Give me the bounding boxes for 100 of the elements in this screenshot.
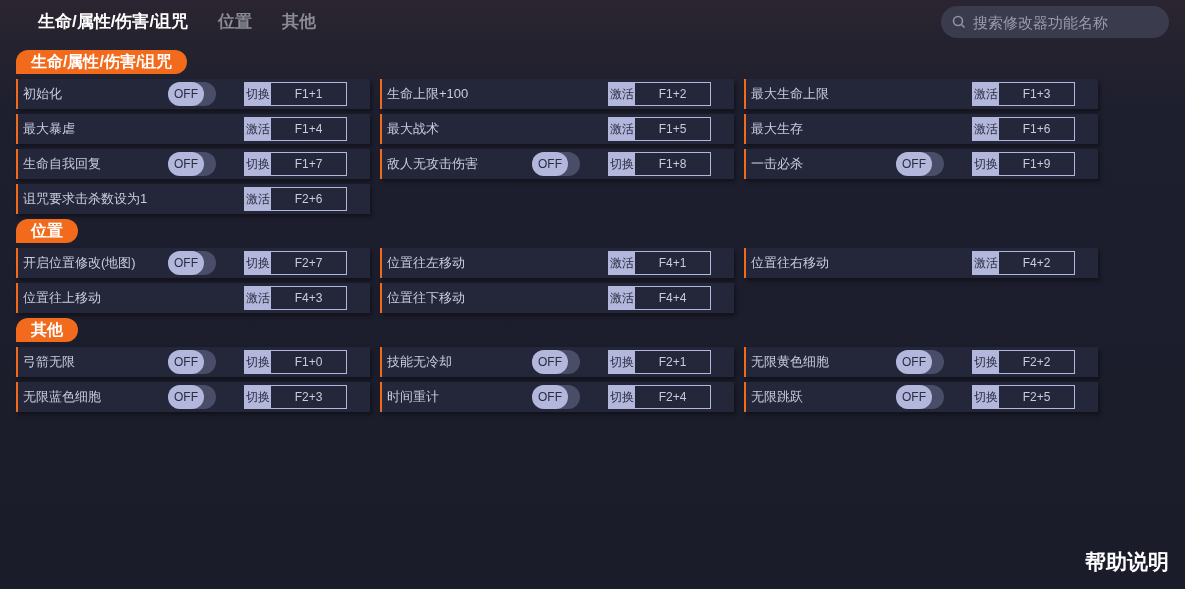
action-label: 激活 — [609, 118, 635, 140]
hotkey-box[interactable]: 切换 F1+1 — [244, 82, 347, 106]
action-label: 切换 — [245, 386, 271, 408]
tab[interactable]: 生命/属性/伤害/诅咒 — [38, 9, 189, 35]
tab[interactable]: 其他 — [282, 9, 317, 35]
cheat-name: 诅咒要求击杀数设为1 — [22, 190, 149, 209]
toggle-switch[interactable]: OFF — [896, 385, 944, 409]
hotkey-text: F1+7 — [293, 156, 324, 173]
cheat-name: 一击必杀 — [750, 155, 804, 174]
hotkey-text: F2+3 — [293, 389, 324, 406]
action-label: 切换 — [245, 351, 271, 373]
toggle-switch[interactable]: OFF — [532, 350, 580, 374]
hotkey-box[interactable]: 激活 F1+3 — [972, 82, 1075, 106]
hotkey-text: F1+6 — [1021, 121, 1052, 138]
hotkey-text: F4+3 — [293, 290, 324, 307]
toggle-switch[interactable]: OFF — [896, 350, 944, 374]
hotkey-text: F1+4 — [293, 121, 324, 138]
hotkey-box[interactable]: 切换 F1+8 — [608, 152, 711, 176]
hotkey-text: F4+4 — [657, 290, 688, 307]
hotkey-box[interactable]: 激活 F1+5 — [608, 117, 711, 141]
cheat-name: 位置往下移动 — [386, 289, 466, 308]
action-label: 切换 — [245, 153, 271, 175]
toggle-switch[interactable]: OFF — [168, 152, 216, 176]
hotkey-text: F1+3 — [1021, 86, 1052, 103]
hotkey-box[interactable]: 切换 F2+1 — [608, 350, 711, 374]
action-label: 切换 — [245, 252, 271, 274]
action-label: 激活 — [973, 118, 999, 140]
toggle-switch[interactable]: OFF — [168, 385, 216, 409]
action-label: 切换 — [973, 351, 999, 373]
cheat-name: 无限黄色细胞 — [750, 353, 830, 372]
hotkey-box[interactable]: 激活 F4+3 — [244, 286, 347, 310]
cheat-name: 最大暴虐 — [22, 120, 76, 139]
cheat-name: 最大生命上限 — [750, 85, 830, 104]
toggle-switch[interactable]: OFF — [896, 152, 944, 176]
hotkey-text: F2+4 — [657, 389, 688, 406]
hotkey-text: F2+1 — [657, 354, 688, 371]
hotkey-text: F4+2 — [1021, 255, 1052, 272]
cheat-name: 敌人无攻击伤害 — [386, 155, 479, 174]
toggle-switch[interactable]: OFF — [168, 82, 216, 106]
hotkey-box[interactable]: 切换 F1+9 — [972, 152, 1075, 176]
hotkey-text: F1+0 — [293, 354, 324, 371]
hotkey-text: F2+6 — [293, 191, 324, 208]
toggle-switch[interactable]: OFF — [532, 385, 580, 409]
section-header: 其他 — [16, 318, 78, 342]
hotkey-box[interactable]: 激活 F2+6 — [244, 187, 347, 211]
action-label: 切换 — [245, 83, 271, 105]
cheat-name: 生命上限+100 — [386, 85, 470, 104]
hotkey-box[interactable]: 激活 F4+1 — [608, 251, 711, 275]
hotkey-text: F1+2 — [657, 86, 688, 103]
cheat-name: 弓箭无限 — [22, 353, 76, 372]
cheat-name: 最大生存 — [750, 120, 804, 139]
cheat-name: 生命自我回复 — [22, 155, 102, 174]
hotkey-box[interactable]: 激活 F4+4 — [608, 286, 711, 310]
cheat-name: 无限蓝色细胞 — [22, 388, 102, 407]
cheat-name: 无限跳跃 — [750, 388, 804, 407]
toggle-switch[interactable]: OFF — [168, 251, 216, 275]
cheat-name: 初始化 — [22, 85, 63, 104]
hotkey-box[interactable]: 切换 F2+5 — [972, 385, 1075, 409]
section-header: 生命/属性/伤害/诅咒 — [16, 50, 188, 74]
hotkey-box[interactable]: 激活 F1+2 — [608, 82, 711, 106]
tab[interactable]: 位置 — [218, 9, 253, 35]
action-label: 切换 — [609, 153, 635, 175]
cheat-name: 开启位置修改(地图) — [22, 254, 137, 273]
hotkey-text: F2+7 — [293, 255, 324, 272]
action-label: 激活 — [609, 83, 635, 105]
action-label: 激活 — [245, 188, 271, 210]
search-field[interactable]: 搜索修改器功能名称 — [941, 6, 1169, 38]
hotkey-text: F1+1 — [293, 86, 324, 103]
hotkey-box[interactable]: 激活 F4+2 — [972, 251, 1075, 275]
action-label: 激活 — [245, 118, 271, 140]
hotkey-box[interactable]: 切换 F1+7 — [244, 152, 347, 176]
cheat-name: 位置往上移动 — [22, 289, 102, 308]
hotkey-text: F1+5 — [657, 121, 688, 138]
action-label: 切换 — [609, 351, 635, 373]
hotkey-box[interactable]: 切换 F1+0 — [244, 350, 347, 374]
hotkey-box[interactable]: 切换 F2+3 — [244, 385, 347, 409]
hotkey-text: F1+9 — [1021, 156, 1052, 173]
action-label: 激活 — [973, 83, 999, 105]
section-header: 位置 — [16, 219, 78, 243]
cheat-name: 时间重计 — [386, 388, 440, 407]
help-link[interactable]: 帮助说明 — [1085, 545, 1169, 577]
action-label: 激活 — [973, 252, 999, 274]
hotkey-text: F2+2 — [1021, 354, 1052, 371]
action-label: 切换 — [973, 386, 999, 408]
action-label: 切换 — [973, 153, 999, 175]
cheat-name: 位置往左移动 — [386, 254, 466, 273]
action-label: 激活 — [609, 287, 635, 309]
search-icon — [952, 15, 966, 29]
toggle-switch[interactable]: OFF — [168, 350, 216, 374]
cheat-name: 位置往右移动 — [750, 254, 830, 273]
hotkey-text: F2+5 — [1021, 389, 1052, 406]
hotkey-box[interactable]: 切换 F2+7 — [244, 251, 347, 275]
hotkey-box[interactable]: 激活 F1+6 — [972, 117, 1075, 141]
hotkey-box[interactable]: 切换 F2+4 — [608, 385, 711, 409]
action-label: 激活 — [245, 287, 271, 309]
hotkey-text: F4+1 — [657, 255, 688, 272]
toggle-switch[interactable]: OFF — [532, 152, 580, 176]
hotkey-box[interactable]: 激活 F1+4 — [244, 117, 347, 141]
action-label: 激活 — [609, 252, 635, 274]
hotkey-box[interactable]: 切换 F2+2 — [972, 350, 1075, 374]
